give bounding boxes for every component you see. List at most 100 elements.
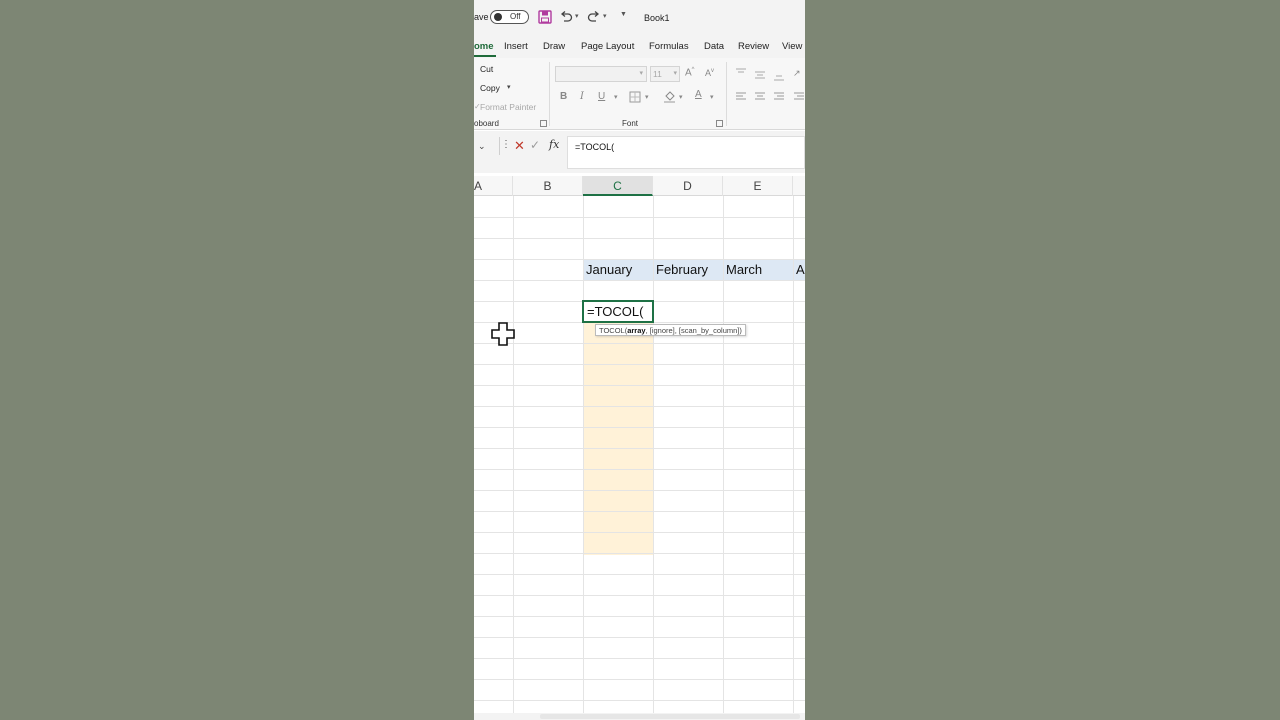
tab-view[interactable]: View: [782, 41, 802, 52]
font-group-label: Font: [622, 119, 639, 128]
formula-bar: ⌄ ⋮ ✕ ✓ fx =TOCOL(: [474, 131, 805, 173]
font-name-box[interactable]: ▾: [555, 66, 647, 82]
indent-icon[interactable]: [793, 92, 805, 102]
cell-month[interactable]: A: [796, 262, 805, 277]
align-bottom-icon[interactable]: [773, 71, 785, 81]
autosave-toggle[interactable]: Off: [490, 10, 529, 24]
tab-insert[interactable]: Insert: [504, 41, 528, 52]
customize-quick-access-icon[interactable]: ▼: [620, 11, 627, 18]
cell-select-cursor-icon: [491, 322, 515, 346]
more-options-icon[interactable]: ⋮: [501, 139, 511, 150]
decrease-font-size-icon[interactable]: Av: [705, 68, 714, 78]
align-right-icon[interactable]: [773, 92, 785, 102]
align-top-icon[interactable]: [735, 68, 747, 78]
row-gridline: [474, 427, 805, 428]
tab-formulas[interactable]: Formulas: [649, 41, 689, 52]
name-box-dropdown-icon[interactable]: ⌄: [478, 141, 486, 152]
cut-button[interactable]: Cut: [480, 64, 493, 74]
row-gridline: [474, 448, 805, 449]
autosave-state: Off: [510, 12, 521, 21]
column-headers: A B C D E: [474, 176, 805, 196]
format-painter-button[interactable]: Format Painter: [480, 102, 536, 112]
redo-icon[interactable]: [587, 10, 601, 24]
font-size-value: 11: [653, 69, 662, 79]
column-gridline: [583, 196, 584, 720]
copy-dropdown-icon[interactable]: ▾: [507, 83, 511, 91]
column-gridline: [653, 196, 654, 720]
formula-input[interactable]: =TOCOL(: [567, 136, 805, 169]
redo-dropdown-icon[interactable]: ▾: [603, 12, 607, 20]
tab-page-layout[interactable]: Page Layout: [581, 41, 634, 52]
column-header-d[interactable]: D: [653, 176, 723, 196]
row-gridline: [474, 364, 805, 365]
row-gridline: [474, 574, 805, 575]
active-tab-indicator: [474, 55, 496, 57]
column-gridline: [723, 196, 724, 720]
worksheet-grid[interactable]: January February March A =TOCOL( TOCOL(a…: [474, 196, 805, 720]
column-header-c[interactable]: C: [583, 176, 653, 196]
right-background: [805, 0, 1280, 720]
italic-icon[interactable]: I: [580, 91, 584, 102]
font-color-icon[interactable]: A: [695, 89, 702, 100]
cell-month[interactable]: January: [586, 262, 632, 277]
borders-icon[interactable]: [629, 91, 641, 103]
scrollbar-thumb[interactable]: [540, 714, 800, 719]
font-size-box[interactable]: 11 ▾: [650, 66, 680, 82]
document-title: Book1: [644, 13, 670, 23]
align-center-icon[interactable]: [754, 92, 766, 102]
ribbon-tabs: ome Insert Draw Page Layout Formulas Dat…: [474, 34, 805, 58]
function-tooltip: TOCOL(array, [ignore], [scan_by_column]): [595, 324, 746, 336]
fill-color-icon[interactable]: [663, 90, 676, 103]
column-header-e[interactable]: E: [723, 176, 793, 196]
column-header-a[interactable]: A: [474, 176, 513, 196]
copy-button[interactable]: Copy: [480, 83, 500, 93]
cell-month[interactable]: March: [726, 262, 762, 277]
tooltip-arguments: , [ignore], [scan_by_column]): [645, 326, 742, 335]
row-gridline: [474, 511, 805, 512]
tooltip-current-argument[interactable]: array: [627, 326, 645, 335]
autosave-label: ave: [474, 12, 489, 22]
font-color-dropdown-icon[interactable]: ▾: [710, 93, 714, 101]
clipboard-launcher-icon[interactable]: [540, 120, 547, 127]
formula-bar-divider: [499, 137, 500, 155]
font-launcher-icon[interactable]: [716, 120, 723, 127]
align-left-icon[interactable]: [735, 92, 747, 102]
group-divider: [549, 62, 550, 126]
underline-icon[interactable]: U: [598, 91, 605, 102]
font-name-dropdown-icon: ▾: [639, 70, 643, 77]
cell-month[interactable]: February: [656, 262, 708, 277]
title-bar: ave Off ▾ ▾ ▼ Book1: [474, 0, 805, 34]
row-gridline: [474, 637, 805, 638]
undo-dropdown-icon[interactable]: ▾: [575, 12, 579, 20]
bold-icon[interactable]: B: [560, 91, 567, 102]
row-gridline: [474, 469, 805, 470]
align-middle-icon[interactable]: [754, 70, 766, 80]
increase-font-size-icon[interactable]: A^: [685, 67, 695, 78]
fill-color-dropdown-icon[interactable]: ▾: [679, 93, 683, 101]
orientation-icon[interactable]: ↗: [793, 68, 801, 79]
active-cell[interactable]: =TOCOL(: [582, 300, 654, 323]
cancel-icon[interactable]: ✕: [514, 138, 525, 154]
tab-review[interactable]: Review: [738, 41, 769, 52]
enter-icon[interactable]: ✓: [530, 138, 540, 152]
insert-function-icon[interactable]: fx: [549, 138, 559, 151]
row-gridline: [474, 217, 805, 218]
column-header-b[interactable]: B: [513, 176, 583, 196]
row-gridline: [474, 700, 805, 701]
tab-home[interactable]: ome: [474, 41, 494, 52]
save-icon[interactable]: [538, 10, 552, 24]
undo-icon[interactable]: [559, 10, 573, 24]
tab-draw[interactable]: Draw: [543, 41, 565, 52]
font-size-dropdown-icon: ▾: [673, 70, 677, 77]
column-gridline: [793, 196, 794, 720]
horizontal-scrollbar[interactable]: [474, 713, 805, 720]
tooltip-function-name: TOCOL(: [599, 326, 628, 335]
left-background: [0, 0, 474, 720]
toggle-knob: [494, 13, 502, 21]
borders-dropdown-icon[interactable]: ▾: [645, 93, 649, 101]
row-gridline: [474, 616, 805, 617]
row-gridline: [474, 553, 805, 554]
row-gridline: [474, 490, 805, 491]
tab-data[interactable]: Data: [704, 41, 724, 52]
underline-dropdown-icon[interactable]: ▾: [614, 93, 618, 101]
